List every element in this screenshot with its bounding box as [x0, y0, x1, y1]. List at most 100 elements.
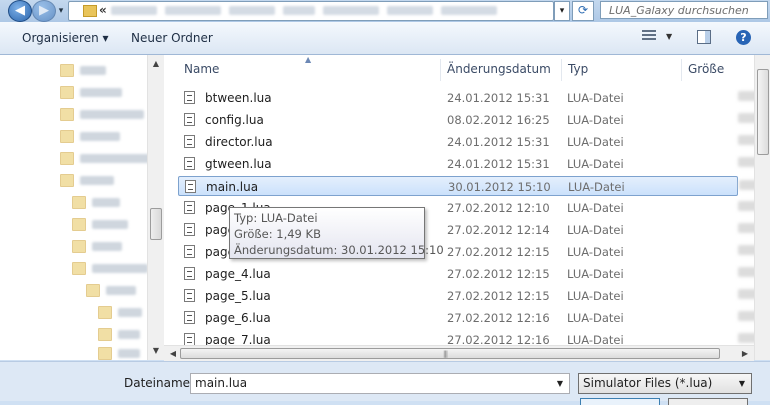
nav-folder-item[interactable] [98, 345, 140, 361]
file-type: LUA-Datei [567, 201, 624, 215]
address-bar: ◀ ▶ ▾ « ▾ ⟳ LUA_Galaxy durchsuchen [0, 0, 770, 22]
file-name: main.lua [206, 180, 259, 194]
file-type: LUA-Datei [567, 311, 624, 325]
file-row[interactable]: page_4.lua 27.02.2012 12:15 LUA-Datei [178, 264, 768, 284]
cancel-button[interactable] [668, 398, 748, 405]
folder-icon [72, 239, 86, 253]
arrow-left-icon: ◀ [15, 3, 25, 18]
file-row[interactable]: btween.lua 24.01.2012 15:31 LUA-Datei [178, 88, 768, 108]
horizontal-scroll-thumb[interactable]: ||| [180, 348, 720, 359]
column-divider[interactable] [681, 59, 682, 81]
nav-folder-item[interactable] [60, 128, 120, 144]
new-folder-button[interactable]: Neuer Ordner [131, 31, 213, 45]
folder-icon [60, 63, 74, 77]
folder-icon [72, 195, 86, 209]
recent-pages-button[interactable]: ▾ [56, 4, 66, 18]
file-date: 24.01.2012 15:31 [447, 91, 550, 105]
file-name: director.lua [205, 135, 273, 149]
filename-input[interactable]: main.lua ▼ [190, 373, 570, 394]
nav-scroll-thumb[interactable] [150, 208, 162, 240]
folder-icon [98, 346, 112, 360]
file-row[interactable]: page_5.lua 27.02.2012 12:15 LUA-Datei [178, 286, 768, 306]
file-type: LUA-Datei [567, 113, 624, 127]
history-chevron[interactable]: « [99, 2, 107, 19]
breadcrumb-blurred[interactable] [165, 6, 221, 15]
file-row[interactable]: main.lua 30.01.2012 15:10 LUA-Datei [178, 176, 769, 196]
file-type: LUA-Datei [567, 157, 624, 171]
back-button[interactable]: ◀ [8, 0, 32, 22]
breadcrumb-blurred[interactable] [387, 6, 433, 15]
horizontal-scrollbar[interactable]: ◀ ||| ▶ [164, 345, 754, 361]
nav-folder-item[interactable] [72, 238, 122, 254]
file-date: 27.02.2012 12:15 [447, 267, 550, 281]
file-type-select[interactable]: Simulator Files (*.lua) ▼ [578, 373, 752, 394]
preview-pane-icon[interactable] [697, 30, 711, 44]
nav-folder-item[interactable] [72, 194, 120, 210]
help-icon[interactable]: ? [736, 30, 751, 45]
address-dropdown[interactable]: ▾ [554, 1, 570, 21]
breadcrumb-blurred[interactable] [323, 6, 379, 15]
file-date: 27.02.2012 12:14 [447, 223, 550, 237]
scroll-up-icon[interactable]: ▲ [148, 57, 164, 71]
file-row[interactable]: config.lua 08.02.2012 16:25 LUA-Datei [178, 110, 768, 130]
lua-file-icon [184, 201, 195, 214]
column-divider[interactable] [561, 59, 562, 81]
breadcrumb-blurred[interactable] [441, 6, 497, 15]
forward-button[interactable]: ▶ [32, 0, 56, 22]
breadcrumb-blurred[interactable] [283, 6, 315, 15]
file-row[interactable]: director.lua 24.01.2012 15:31 LUA-Datei [178, 132, 768, 152]
file-row[interactable]: page_6.lua 27.02.2012 12:16 LUA-Datei [178, 308, 768, 328]
tooltip-type: Typ: LUA-Datei [234, 211, 318, 225]
view-dropdown-button[interactable]: ▼ [666, 32, 672, 41]
nav-folder-item[interactable] [60, 62, 106, 78]
folder-icon [98, 327, 112, 341]
file-date: 27.02.2012 12:15 [447, 289, 550, 303]
nav-folder-item[interactable] [98, 304, 142, 320]
sort-ascending-icon: ▲ [305, 55, 312, 64]
nav-folder-item[interactable] [86, 282, 136, 298]
search-input[interactable]: LUA_Galaxy durchsuchen [600, 1, 768, 19]
nav-label-blurred [80, 87, 122, 97]
file-date: 24.01.2012 15:31 [447, 135, 550, 149]
open-button[interactable] [580, 398, 660, 405]
chevron-down-icon[interactable]: ▼ [739, 374, 745, 393]
chevron-down-icon[interactable]: ▼ [557, 374, 563, 393]
refresh-button[interactable]: ⟳ [572, 1, 594, 21]
column-header-date[interactable]: Änderungsdatum [447, 55, 551, 83]
organize-button[interactable]: Organisieren ▾ [22, 31, 109, 45]
scroll-right-icon[interactable]: ▶ [738, 346, 752, 361]
file-type: LUA-Datei [567, 91, 624, 105]
column-header-type[interactable]: Typ [568, 55, 588, 83]
nav-label-blurred [118, 307, 142, 317]
nav-folder-item[interactable] [72, 260, 148, 276]
nav-folder-item[interactable] [60, 106, 144, 122]
folder-icon [83, 5, 97, 17]
file-name: btween.lua [205, 91, 272, 105]
column-header-name[interactable]: Name [184, 55, 219, 83]
column-divider[interactable] [440, 59, 441, 81]
nav-folder-item[interactable] [72, 216, 128, 232]
nav-folder-item[interactable] [98, 326, 140, 342]
address-field[interactable]: « [68, 1, 554, 21]
nav-folder-item[interactable] [60, 150, 150, 166]
nav-scrollbar[interactable]: ▲ ▼ [147, 55, 164, 360]
nav-folder-item[interactable] [60, 172, 114, 188]
column-header-size[interactable]: Größe [688, 55, 724, 83]
file-type: LUA-Datei [567, 245, 624, 259]
scroll-down-icon[interactable]: ▼ [148, 344, 164, 358]
filename-label: Dateiname: [124, 376, 195, 390]
view-list-icon[interactable] [642, 30, 656, 42]
scroll-left-icon[interactable]: ◀ [166, 346, 180, 361]
file-name: page_5.lua [205, 289, 271, 303]
search-placeholder: LUA_Galaxy durchsuchen [609, 4, 749, 17]
breadcrumb-blurred[interactable] [111, 6, 157, 15]
breadcrumb-blurred[interactable] [229, 6, 275, 15]
folder-icon [72, 261, 86, 275]
nav-label-blurred [80, 65, 106, 75]
file-list-scroll-thumb[interactable] [757, 69, 769, 155]
file-list-scrollbar[interactable] [754, 55, 770, 360]
folder-icon [60, 85, 74, 99]
nav-folder-item[interactable] [60, 84, 122, 100]
file-date: 24.01.2012 15:31 [447, 157, 550, 171]
file-row[interactable]: gtween.lua 24.01.2012 15:31 LUA-Datei [178, 154, 768, 174]
